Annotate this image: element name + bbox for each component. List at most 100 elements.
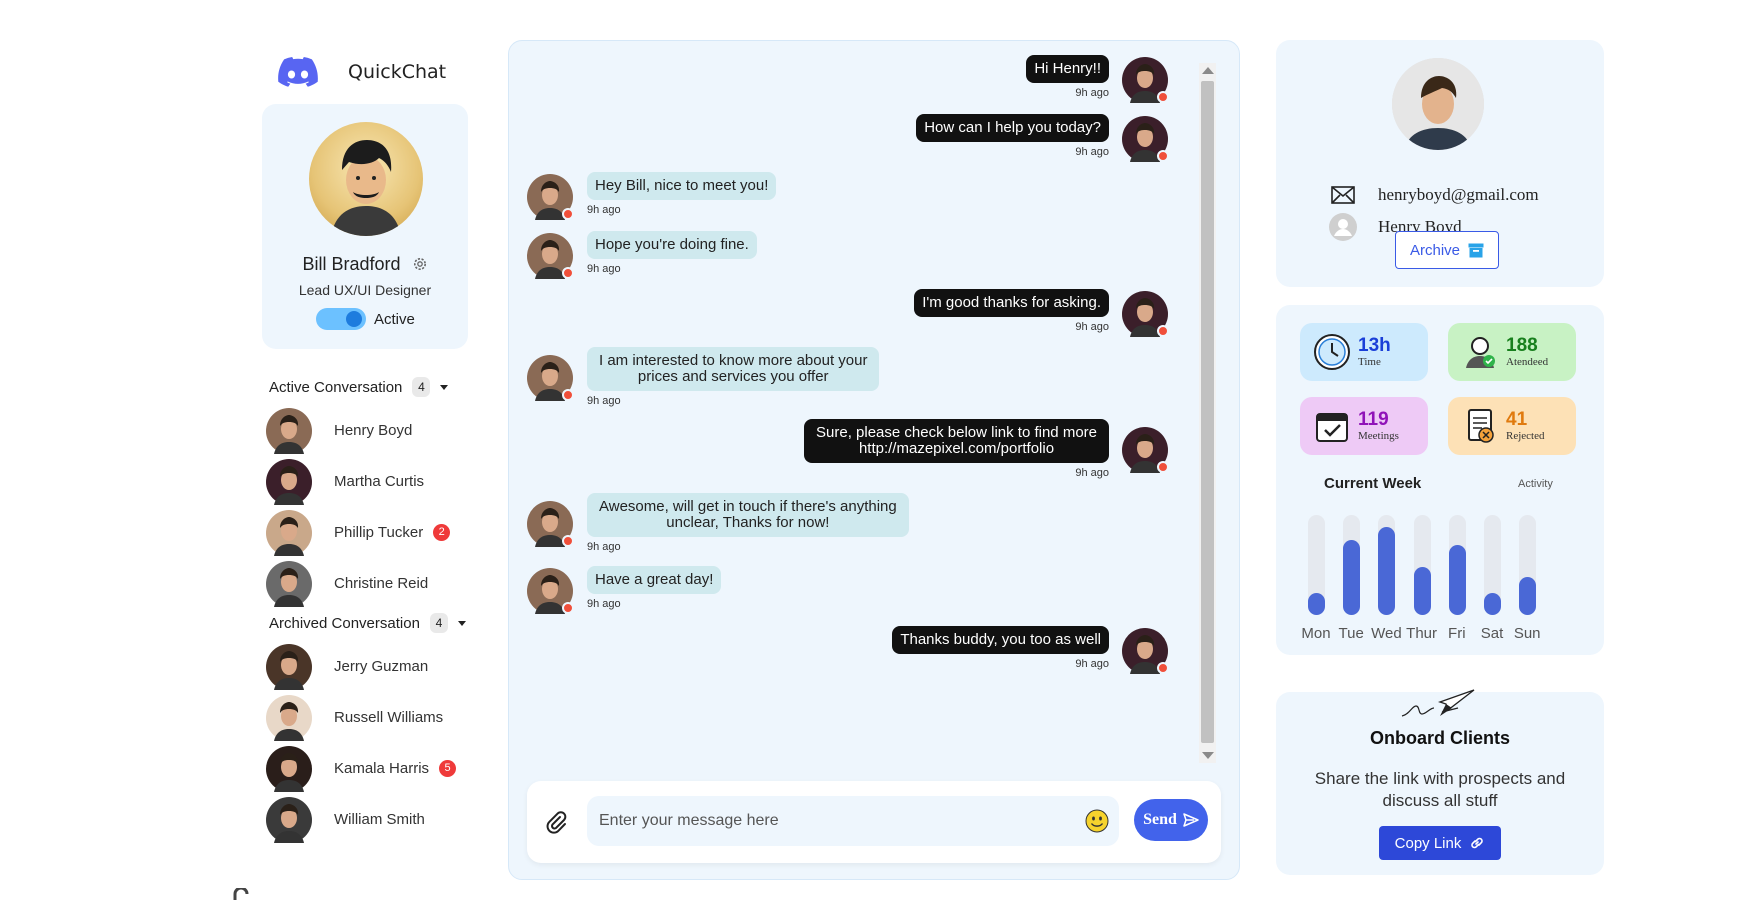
gear-icon[interactable] (412, 256, 428, 272)
discord-icon[interactable] (278, 56, 318, 88)
message-bubble: I'm good thanks for asking. (914, 289, 1109, 317)
message-input[interactable] (587, 796, 1119, 846)
contact-email-row: henryboyd@gmail.com (1328, 180, 1539, 210)
stat-value: 119 (1358, 408, 1389, 430)
paperclip-icon[interactable] (543, 808, 571, 836)
message-text: Hey Bill, nice to meet you! (595, 177, 769, 194)
conversation-name: William Smith (334, 811, 425, 828)
conversation-item[interactable]: Christine Reid (262, 558, 468, 609)
message-time: 9h ago (1075, 146, 1109, 158)
stat-label: Atendeed (1506, 355, 1549, 368)
profile-card: Bill Bradford Lead UX/UI Designer Active (262, 104, 468, 349)
activity-bar-chart: Mon Tue Wed Thur Fri Sat Sun (1300, 515, 1580, 645)
active-conversation-header[interactable]: Active Conversation 4 (262, 375, 468, 399)
section-title: Active Conversation (269, 378, 403, 396)
count-badge: 4 (412, 377, 431, 397)
bar-fri (1448, 545, 1466, 615)
outgoing-message: Thanks buddy, you too as well 9h ago (892, 626, 1109, 670)
stat-value: 13h (1358, 334, 1391, 356)
contact-avatar (1392, 58, 1484, 150)
stats-card: 13h Time 188 Atendeed 119 Meetings 41 Rejected … (1276, 305, 1604, 655)
contact-email[interactable]: henryboyd@gmail.com (1378, 185, 1539, 205)
online-status-dot (1157, 325, 1169, 337)
message-time: 9h ago (587, 541, 621, 553)
smiley-icon[interactable] (1085, 809, 1109, 833)
stat-text: 41 Rejected (1506, 408, 1545, 443)
chevron-down-icon[interactable] (457, 620, 466, 626)
conversation-name: Russell Williams (334, 709, 444, 726)
bar-label: Sat (1480, 625, 1504, 642)
onboard-title: Onboard Clients (1369, 728, 1510, 748)
message-text: Have a great day! (595, 571, 714, 588)
bar-label: Sun (1513, 625, 1541, 642)
message-bubble: Hope you're doing fine. (587, 231, 757, 259)
chevron-down-icon[interactable] (440, 384, 449, 390)
person-portrait-icon (266, 745, 312, 792)
copy-link-label: Copy Link (1394, 834, 1462, 852)
avatar (266, 458, 312, 505)
person-portrait-icon (1392, 58, 1484, 150)
conversation-item[interactable]: William Smith (262, 794, 468, 845)
archive-button[interactable]: Archive (1395, 231, 1499, 269)
copy-link-button[interactable]: Copy Link (1379, 826, 1501, 860)
document-reject-icon (1468, 409, 1494, 443)
bar-label: Wed (1371, 625, 1402, 642)
message-time: 9h ago (1075, 321, 1109, 333)
conversation-item[interactable]: Henry Boyd (262, 405, 468, 456)
calendar-check-icon (1316, 413, 1348, 442)
message-text: http://mazepixel.com/portfolio (858, 440, 1055, 457)
conversation-item[interactable]: Martha Curtis (262, 456, 468, 507)
stat-label: Rejected (1506, 429, 1545, 442)
message-text: Thanks buddy, you too as well (900, 631, 1101, 648)
stat-label: Meetings (1358, 429, 1399, 442)
online-status-dot (562, 602, 574, 614)
message-bubble: Sure, please check below link to find mo… (804, 419, 1109, 463)
message-bubble: Thanks buddy, you too as well (892, 626, 1109, 654)
online-status-dot (1157, 150, 1169, 162)
status-toggle[interactable] (316, 308, 366, 330)
bar-track (1484, 515, 1501, 615)
profile-name-row: Bill Bradford (262, 254, 468, 275)
message-bubble: Hi Henry!! (1026, 55, 1109, 83)
stat-tile: 188 Atendeed (1448, 323, 1576, 381)
conversation-name: Phillip Tucker (334, 524, 424, 541)
archived-conversation-header[interactable]: Archived Conversation 4 (262, 611, 468, 635)
stat-value: 41 (1506, 408, 1528, 430)
conversation-item[interactable]: Phillip Tucker 2 (262, 507, 468, 558)
message-time: 9h ago (587, 395, 621, 407)
outgoing-message: Hi Henry!! 9h ago (1026, 55, 1109, 99)
scroll-thumb[interactable] (1201, 81, 1214, 743)
message-text: I'm good thanks for asking. (922, 294, 1101, 311)
conversation-item[interactable]: Kamala Harris 5 (262, 743, 468, 794)
message-time: 9h ago (1075, 658, 1109, 670)
message-bubble: Have a great day! (587, 566, 722, 594)
person-portrait-icon (266, 407, 312, 454)
conversation-item[interactable]: Russell Williams (262, 692, 468, 743)
avatar (266, 643, 312, 690)
bar-track (1378, 515, 1396, 615)
message-text: Sure, please check below link to find mo… (816, 424, 1097, 441)
scroll-down-icon[interactable] (1202, 752, 1214, 759)
incoming-message: Hey Bill, nice to meet you! 9h ago (587, 172, 777, 216)
clock-icon (1314, 334, 1350, 370)
conversation-item[interactable]: Jerry Guzman (262, 641, 468, 692)
online-status-dot (1157, 91, 1169, 103)
message-text: prices and services you offer (637, 368, 829, 385)
scroll-up-icon[interactable] (1202, 67, 1214, 74)
message-bubble: Hey Bill, nice to meet you! (587, 172, 777, 200)
scrollbar[interactable] (1199, 63, 1216, 763)
incoming-message: Have a great day! 9h ago (587, 566, 722, 610)
bar-label: Fri (1448, 625, 1466, 642)
avatar (266, 407, 312, 454)
brand: QuickChat (262, 50, 468, 94)
bar-wed (1378, 527, 1396, 615)
message-bubble: How can I help you today? (916, 114, 1109, 142)
avatar (1122, 116, 1169, 162)
avatar (266, 509, 312, 556)
week-subtitle: Activity (1518, 478, 1553, 490)
outgoing-message: How can I help you today? 9h ago (916, 114, 1109, 158)
avatar (527, 568, 574, 614)
online-status-dot (562, 535, 574, 547)
status-label: Active (374, 310, 415, 328)
send-button[interactable]: Send (1134, 799, 1208, 841)
